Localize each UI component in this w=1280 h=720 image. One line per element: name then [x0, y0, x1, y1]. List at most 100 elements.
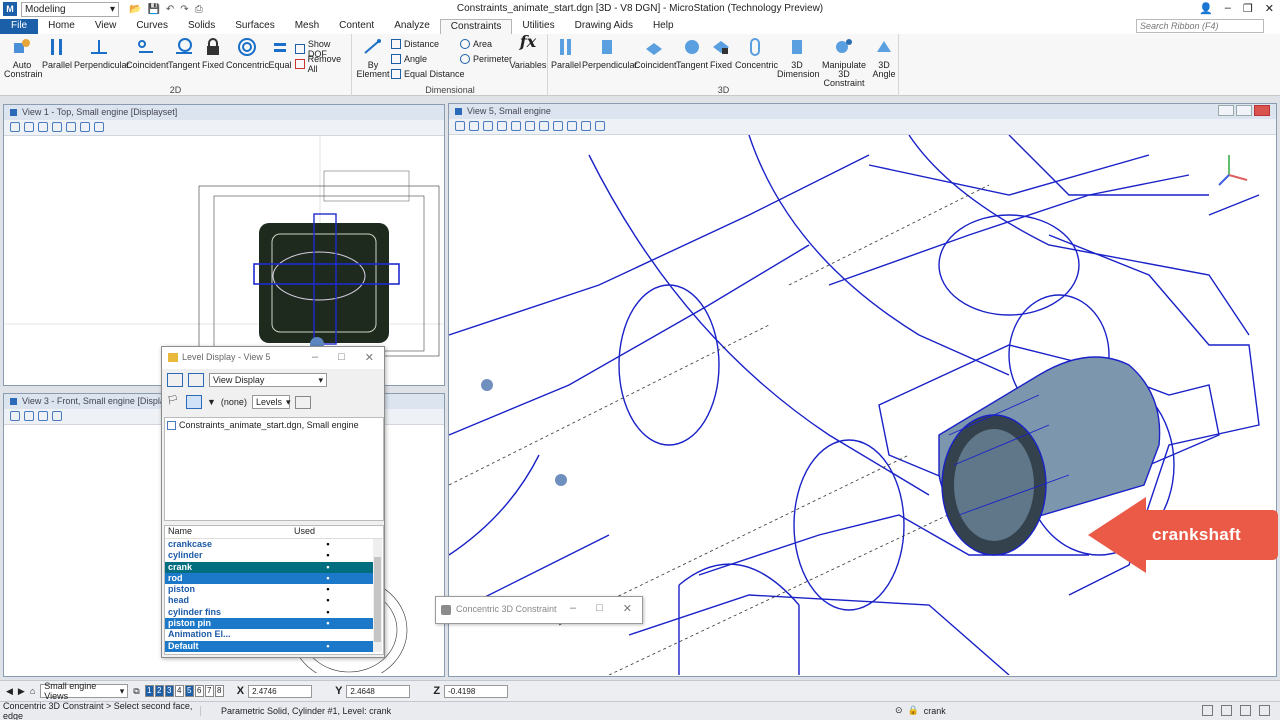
tab-analyze[interactable]: Analyze [384, 19, 440, 34]
level-list-scrollbar[interactable] [373, 539, 382, 652]
remove-all-button[interactable]: Remove All [295, 54, 351, 74]
notifications-icon[interactable] [1221, 705, 1232, 716]
back-icon[interactable]: ◀ [6, 686, 13, 697]
level-row-animation[interactable]: Animation El... [165, 629, 373, 640]
view-5-window[interactable]: View 5, Small engine [448, 103, 1277, 677]
view-button-3[interactable]: 3 [164, 685, 174, 697]
display-mode-select[interactable]: View Display ▾ [209, 373, 327, 387]
tab-drawing-aids[interactable]: Drawing Aids [565, 19, 643, 34]
ribbon-search-input[interactable]: Search Ribbon (F4) [1136, 19, 1264, 33]
y-input[interactable]: 2.4648 [346, 684, 411, 698]
concentric-2d-button[interactable]: Concentric [226, 37, 269, 70]
perimeter-button[interactable]: Perimeter [460, 54, 512, 64]
level-row-piston[interactable]: piston • [165, 584, 373, 595]
window-area-icon[interactable] [525, 121, 535, 131]
angle-button[interactable]: Angle [391, 54, 427, 64]
levels-button[interactable]: Levels ▾ [251, 395, 290, 409]
redo-icon[interactable]: ↷ [180, 4, 188, 15]
concentric-3d-constraint-dialog[interactable]: Concentric 3D Constraint – □ ✕ [435, 596, 643, 624]
3d-dimension-button[interactable]: 3D Dimension [777, 37, 820, 79]
tangent-2d-button[interactable]: Tangent [168, 37, 200, 70]
view-button-1[interactable]: 1 [144, 685, 154, 697]
close-icon[interactable]: ✕ [365, 351, 374, 364]
close-icon[interactable]: ✕ [1265, 2, 1274, 15]
tangent-3d-button[interactable]: Tangent [676, 37, 708, 70]
equal-2d-button[interactable]: Equal [268, 37, 292, 70]
level-row-head[interactable]: head • [165, 595, 373, 606]
tree-view-icon[interactable] [186, 395, 202, 409]
view-button-7[interactable]: 7 [204, 685, 214, 697]
zoom-out-icon[interactable] [52, 411, 62, 421]
view-button-8[interactable]: 8 [214, 685, 224, 697]
view-button-4[interactable]: 4 [174, 685, 184, 697]
tab-surfaces[interactable]: Surfaces [225, 19, 284, 34]
by-element-button[interactable]: By Element [356, 37, 390, 79]
display-style-icon[interactable] [24, 122, 34, 132]
equal-distance-button[interactable]: Equal Distance [391, 69, 465, 79]
filter-value[interactable]: (none) [221, 397, 247, 407]
print-icon[interactable]: ⎙ [195, 4, 203, 15]
maximize-icon[interactable]: □ [338, 351, 345, 364]
workflow-select[interactable]: Modeling ▾ [21, 1, 119, 17]
view-5-canvas[interactable] [448, 134, 1276, 676]
settings-icon[interactable] [294, 395, 311, 409]
save-status-icon[interactable] [1202, 705, 1213, 716]
open-icon[interactable]: 📂 [129, 4, 141, 15]
tab-home[interactable]: Home [38, 19, 85, 34]
home-status-icon[interactable] [1240, 705, 1251, 716]
level-row-rod[interactable]: rod • [165, 572, 373, 585]
save-icon[interactable]: 💾 [147, 4, 159, 15]
file-tree-item[interactable]: Constraints_animate_start.dgn, Small eng… [167, 420, 381, 430]
tab-constraints[interactable]: Constraints [439, 19, 513, 34]
home-icon[interactable]: ⌂ [30, 686, 35, 696]
pan-view-icon[interactable] [94, 122, 104, 132]
view-attributes-icon[interactable] [455, 121, 465, 131]
minimize-icon[interactable]: – [312, 351, 318, 364]
coincident-3d-button[interactable]: Coincident [634, 37, 677, 70]
update-view-icon[interactable] [483, 121, 493, 131]
area-button[interactable]: Area [460, 39, 492, 49]
view-close-icon[interactable] [1254, 105, 1270, 116]
views-icon[interactable] [167, 373, 183, 387]
view-previous-icon[interactable] [581, 121, 591, 131]
zoom-in-icon[interactable] [38, 411, 48, 421]
level-row-default[interactable]: Default • [165, 640, 373, 652]
rotate-view-icon[interactable] [80, 122, 90, 132]
level-row-crankcase[interactable]: crankcase • [165, 539, 373, 550]
snap-icon[interactable]: ⊙ [895, 705, 903, 716]
zoom-out-icon[interactable] [52, 122, 62, 132]
tab-curves[interactable]: Curves [126, 19, 178, 34]
zoom-out-icon[interactable] [511, 121, 521, 131]
level-row-piston-pin[interactable]: piston pin • [165, 618, 373, 630]
view-attributes-icon[interactable] [10, 411, 20, 421]
fit-view-icon[interactable] [66, 122, 76, 132]
views-select[interactable]: Small engine Views ▾ [40, 681, 129, 701]
zoom-in-icon[interactable] [38, 122, 48, 132]
minimize-icon[interactable]: – [570, 602, 576, 615]
zoom-in-icon[interactable] [497, 121, 507, 131]
tab-content[interactable]: Content [329, 19, 384, 34]
distance-button[interactable]: Distance [391, 39, 439, 49]
level-row-cylinder[interactable]: cylinder • [165, 550, 373, 561]
settings-status-icon[interactable] [1259, 705, 1270, 716]
x-input[interactable]: 2.4746 [248, 684, 313, 698]
view-groups-icon[interactable]: ⧉ [133, 686, 139, 697]
parallel-2d-button[interactable]: Parallel [42, 37, 72, 70]
levels-icon[interactable]: 🏳 [167, 395, 181, 409]
level-row-crank[interactable]: crank • [165, 561, 373, 573]
variables-button[interactable]: fx Variables [509, 34, 547, 70]
level-display-dialog[interactable]: Level Display - View 5 – □ ✕ View Displa… [161, 346, 385, 658]
view-select-icon[interactable] [188, 373, 204, 387]
restore-icon[interactable]: ❐ [1243, 2, 1253, 15]
z-input[interactable]: -0.4198 [444, 684, 509, 698]
view-minimize-icon[interactable] [1218, 105, 1234, 116]
view-maximize-icon[interactable] [1236, 105, 1252, 116]
display-style-icon[interactable] [24, 411, 34, 421]
forward-icon[interactable]: ▶ [18, 686, 25, 697]
col-name-header[interactable]: Name [168, 526, 294, 538]
minimize-icon[interactable]: – [1225, 2, 1231, 15]
perpendicular-3d-button[interactable]: Perpendicular [582, 37, 638, 70]
parallel-3d-button[interactable]: Parallel [551, 37, 581, 70]
app-logo-icon[interactable]: M [3, 2, 17, 16]
view-1-window[interactable]: View 1 - Top, Small engine [Displayset] [3, 104, 445, 386]
